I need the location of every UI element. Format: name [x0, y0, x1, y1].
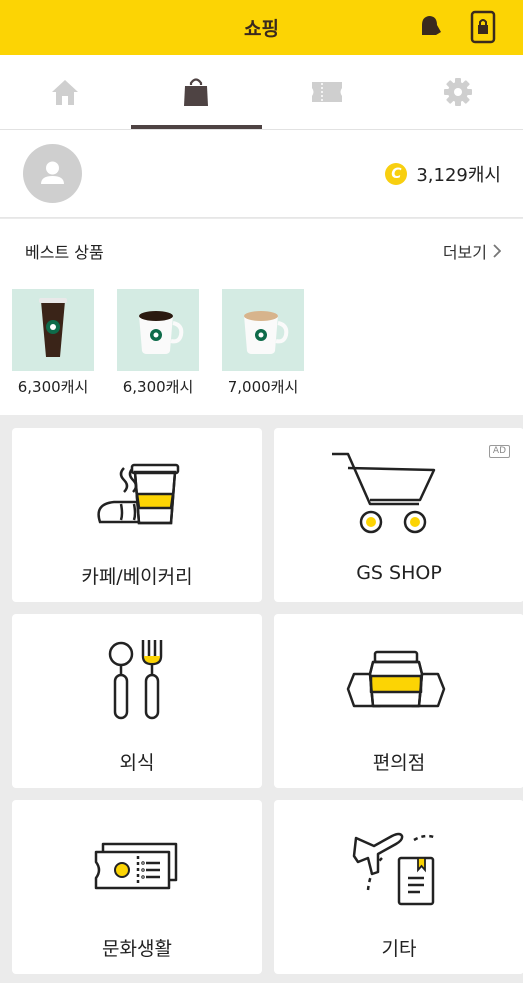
more-link[interactable]: 더보기 [443, 239, 501, 263]
convenience-store-jars-icon [346, 650, 446, 708]
category-card-convenience-store[interactable]: 편의점 [274, 614, 523, 788]
category-label: 기타 [381, 938, 417, 960]
product-image [12, 289, 94, 371]
cash-coin-icon: C [385, 163, 408, 185]
category-card-other[interactable]: 기타 [274, 800, 523, 974]
category-card-dining[interactable]: 외식 [12, 614, 262, 788]
active-tab-indicator [131, 125, 262, 129]
category-label: 편의점 [372, 752, 426, 774]
top-bar: 쇼핑 [0, 0, 523, 55]
product-price: 7,000캐시 [227, 378, 299, 396]
ticket-icon [94, 842, 178, 890]
user-icon [41, 161, 64, 184]
product-price: 6,300캐시 [122, 378, 194, 396]
latte-mug-icon [244, 311, 289, 354]
spoon-fork-icon [108, 640, 163, 720]
tab-home[interactable] [0, 55, 130, 129]
cash-amount: 3,129캐시 [416, 165, 501, 186]
category-card-cafe[interactable]: 카페/베이커리 [12, 428, 262, 602]
more-label: 더보기 [442, 243, 487, 262]
cash-balance[interactable]: C 3,129캐시 [385, 161, 501, 187]
ticket-icon [312, 82, 342, 102]
category-card-gs-shop[interactable]: AD GS SHOP [274, 428, 523, 602]
cafe-bakery-icon [97, 463, 180, 525]
section-title: 베스트 상품 [25, 243, 104, 262]
tab-settings[interactable] [393, 55, 523, 129]
shopping-cart-icon [332, 452, 436, 534]
product-item[interactable]: 6,300캐시 [12, 289, 94, 397]
gear-icon [444, 78, 472, 106]
hot-coffee-mug-icon [139, 311, 184, 354]
iced-coffee-icon [39, 298, 67, 357]
page-title: 쇼핑 [244, 18, 279, 40]
category-label: 카페/베이커리 [81, 566, 193, 588]
product-image [117, 289, 199, 371]
shopping-bag-icon [184, 78, 208, 106]
category-label: GS SHOP [356, 562, 442, 584]
profile-bar: C 3,129캐시 [0, 130, 523, 218]
category-card-culture[interactable]: 문화생활 [12, 800, 262, 974]
best-products-section: 베스트 상품 더보기 6,300캐시 6,300캐시 7,000캐시 [0, 219, 523, 415]
home-icon [52, 80, 78, 105]
product-item[interactable]: 6,300캐시 [117, 289, 199, 397]
lock-screen-icon[interactable] [470, 10, 496, 44]
airplane-book-icon [352, 832, 435, 906]
bell-icon[interactable] [416, 13, 444, 41]
tab-bar [0, 55, 523, 130]
product-item[interactable]: 7,000캐시 [222, 289, 304, 397]
tab-shopping[interactable] [131, 55, 261, 129]
avatar[interactable] [23, 144, 82, 203]
product-price: 6,300캐시 [17, 378, 89, 396]
product-image [222, 289, 304, 371]
chevron-right-icon [493, 244, 501, 258]
tab-coupon[interactable] [262, 55, 392, 129]
category-label: 외식 [119, 752, 155, 774]
category-label: 문화생활 [102, 938, 172, 960]
